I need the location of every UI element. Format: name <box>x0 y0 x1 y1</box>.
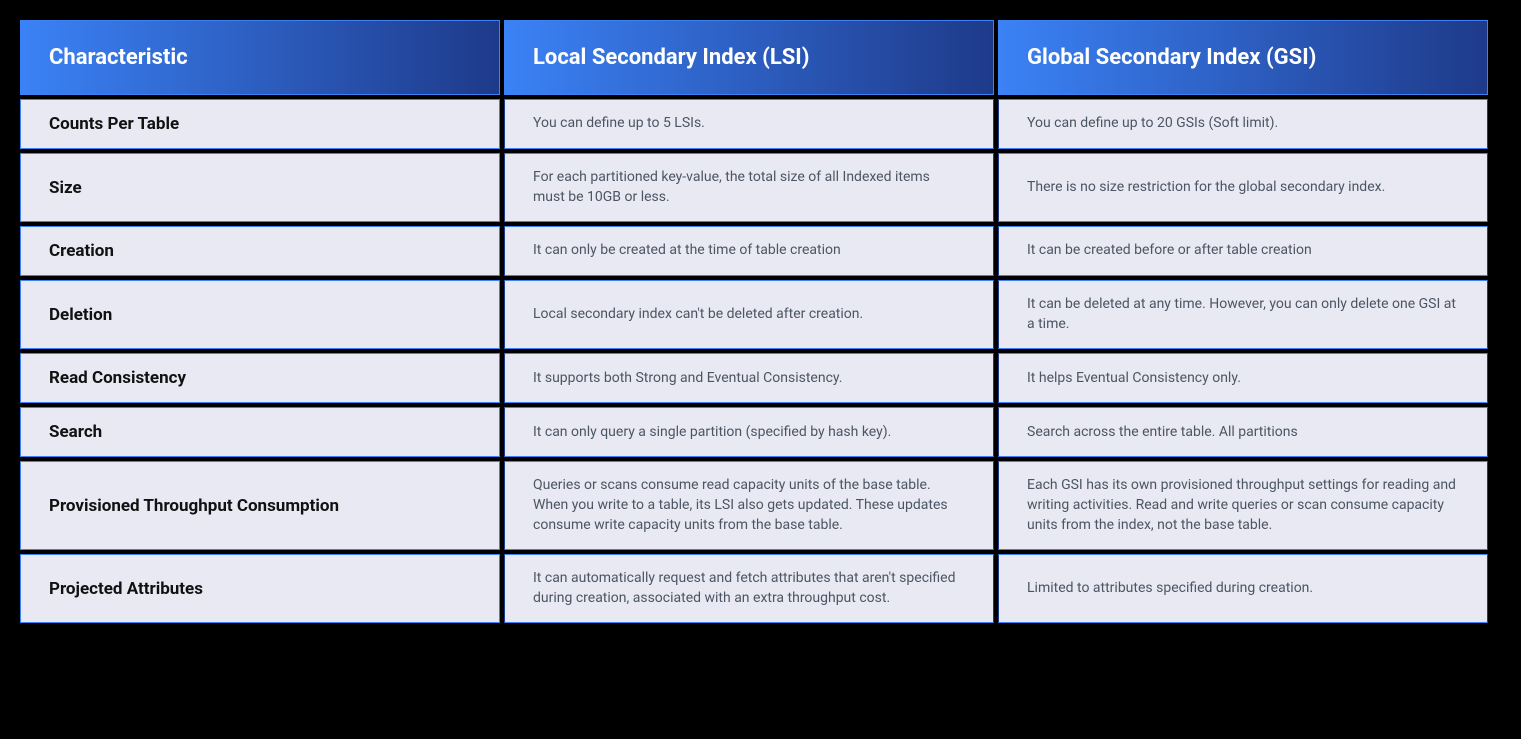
cell-lsi: It can automatically request and fetch a… <box>504 554 994 623</box>
header-gsi: Global Secondary Index (GSI) <box>998 20 1488 95</box>
comparison-table: Characteristic Local Secondary Index (LS… <box>20 20 1501 623</box>
cell-gsi: Limited to attributes specified during c… <box>998 554 1488 623</box>
cell-gsi: It helps Eventual Consistency only. <box>998 353 1488 403</box>
cell-gsi: Each GSI has its own provisioned through… <box>998 461 1488 550</box>
row-label: Creation <box>20 226 500 276</box>
cell-gsi: It can be created before or after table … <box>998 226 1488 276</box>
cell-lsi: It can only query a single partition (sp… <box>504 407 994 457</box>
row-label: Provisioned Throughput Consumption <box>20 461 500 550</box>
cell-gsi: You can define up to 20 GSIs (Soft limit… <box>998 99 1488 149</box>
cell-gsi: It can be deleted at any time. However, … <box>998 280 1488 349</box>
cell-lsi: Queries or scans consume read capacity u… <box>504 461 994 550</box>
row-label: Size <box>20 153 500 222</box>
row-label: Search <box>20 407 500 457</box>
cell-lsi: It supports both Strong and Eventual Con… <box>504 353 994 403</box>
cell-lsi: It can only be created at the time of ta… <box>504 226 994 276</box>
row-label: Read Consistency <box>20 353 500 403</box>
cell-gsi: Search across the entire table. All part… <box>998 407 1488 457</box>
cell-gsi: There is no size restriction for the glo… <box>998 153 1488 222</box>
row-label: Projected Attributes <box>20 554 500 623</box>
cell-lsi: You can define up to 5 LSIs. <box>504 99 994 149</box>
header-lsi: Local Secondary Index (LSI) <box>504 20 994 95</box>
header-characteristic: Characteristic <box>20 20 500 95</box>
cell-lsi: Local secondary index can't be deleted a… <box>504 280 994 349</box>
row-label: Deletion <box>20 280 500 349</box>
row-label: Counts Per Table <box>20 99 500 149</box>
cell-lsi: For each partitioned key-value, the tota… <box>504 153 994 222</box>
